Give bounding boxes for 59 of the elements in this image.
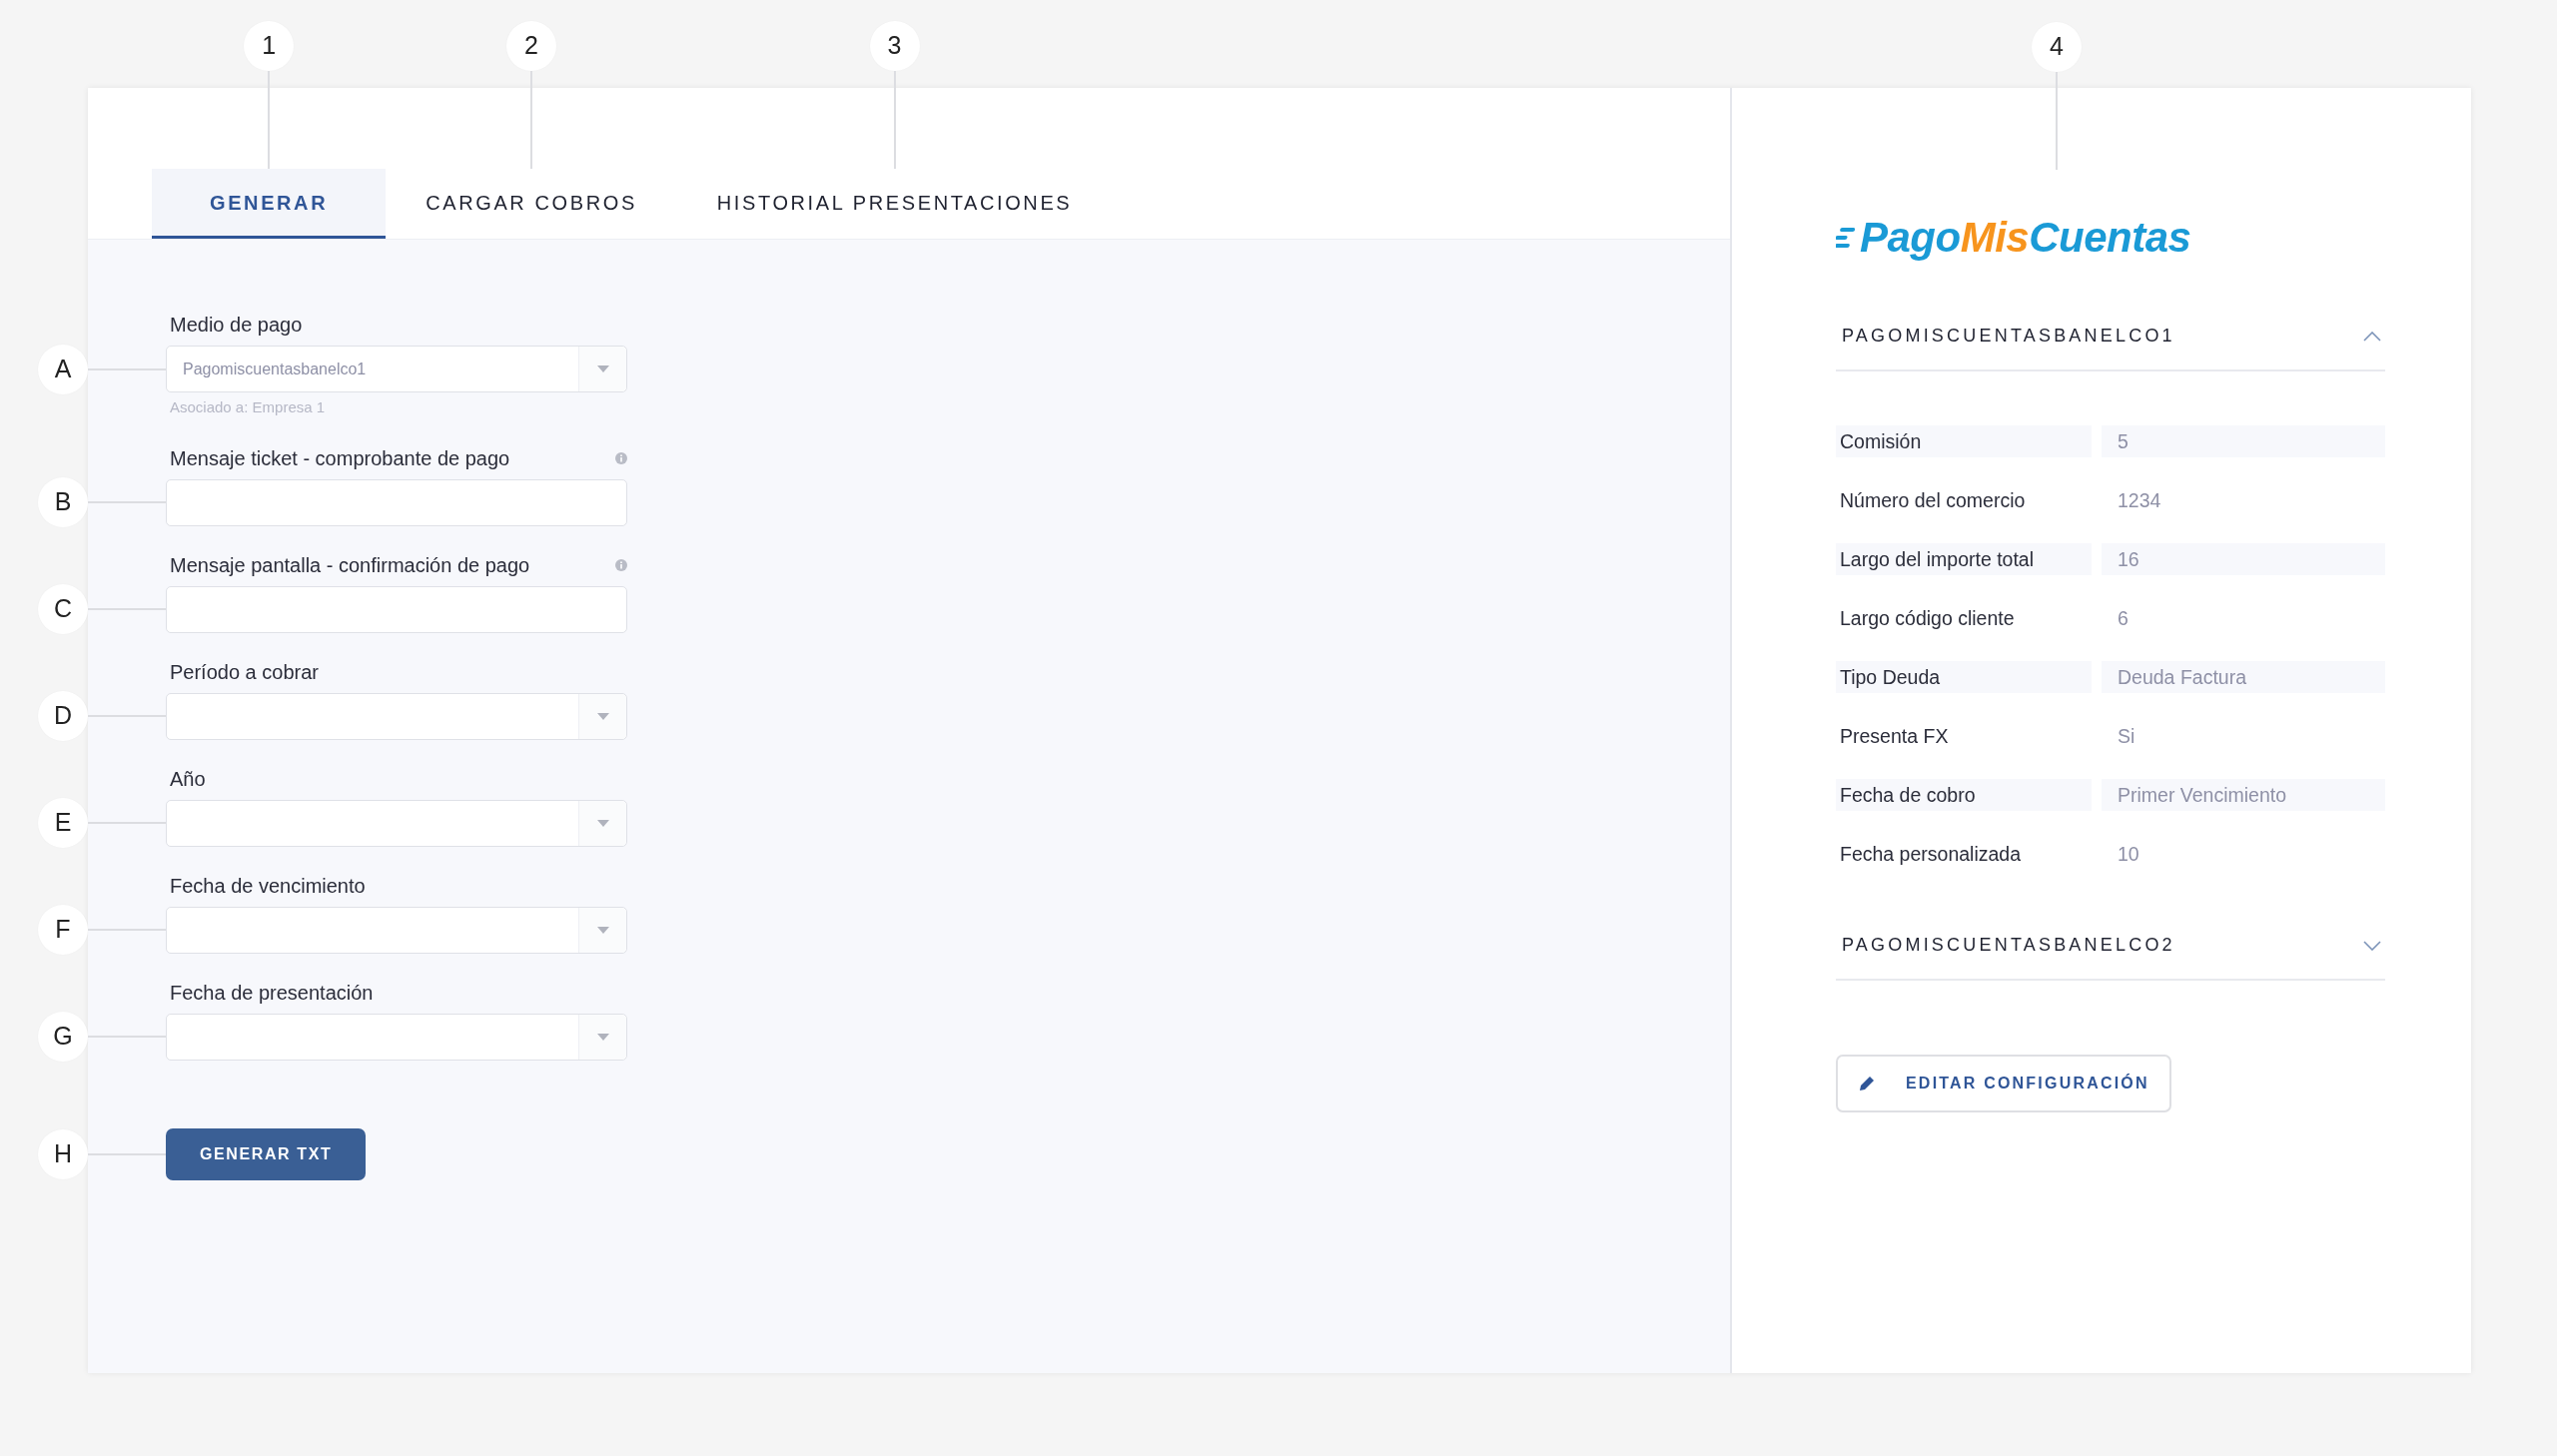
field-label: Medio de pago xyxy=(170,313,303,338)
setting-value: 16 xyxy=(2102,543,2385,576)
logo-text: PagoMisCuentas xyxy=(1860,215,2191,262)
input-field[interactable] xyxy=(166,585,627,633)
accordion-header[interactable]: PAGOMISCUENTASBANELCO2 xyxy=(1836,932,2385,982)
callout-marker: H xyxy=(38,1128,88,1179)
setting-value: 5 xyxy=(2102,425,2385,458)
field-label: Mensaje pantalla - confirmación de pago xyxy=(170,552,530,578)
chevron-up-icon xyxy=(2363,331,2381,342)
setting-value: 10 xyxy=(2117,841,2140,867)
setting-value: 6 xyxy=(2117,605,2130,631)
caret-icon xyxy=(596,926,609,934)
dropdown-field[interactable] xyxy=(166,1013,627,1061)
caret-icon xyxy=(596,365,609,372)
setting-value: Si xyxy=(2117,723,2136,749)
caret-icon xyxy=(596,712,609,720)
tab[interactable]: GENERAR xyxy=(152,169,387,239)
setting-label: Fecha de cobro xyxy=(1836,779,2092,812)
input-field[interactable] xyxy=(166,478,627,526)
setting-label: Fecha personalizada xyxy=(1839,841,2023,867)
callout-marker: C xyxy=(38,584,88,634)
tab[interactable]: CARGAR COBROS xyxy=(386,169,677,239)
callout-marker: D xyxy=(38,691,88,741)
tab[interactable]: HISTORIAL PRESENTACIONES xyxy=(676,169,1113,239)
dropdown-field[interactable] xyxy=(166,906,627,954)
callout-marker: 2 xyxy=(506,21,556,71)
callout-marker: 1 xyxy=(244,21,295,71)
callout-marker: G xyxy=(38,1012,88,1062)
field-label: Fecha de presentación xyxy=(170,980,374,1006)
callout-marker: A xyxy=(38,344,88,394)
edit-button[interactable]: EDITAR CONFIGURACIÓN xyxy=(1836,1055,2171,1113)
pencil-icon xyxy=(1858,1075,1876,1093)
field-label: Período a cobrar xyxy=(170,659,319,685)
callout-marker: 4 xyxy=(2032,22,2082,72)
field-label: Fecha de vencimiento xyxy=(170,873,366,899)
setting-value: Deuda Factura xyxy=(2102,661,2385,694)
chevron-down-icon xyxy=(2363,940,2381,951)
generate-button[interactable]: GENERAR TXT xyxy=(166,1127,367,1180)
field-label: Mensaje ticket - comprobante de pago xyxy=(170,445,510,471)
setting-label: Largo del importe total xyxy=(1836,543,2092,576)
setting-label: Largo código cliente xyxy=(1839,605,2016,631)
caret-icon xyxy=(596,819,609,827)
accordion-header[interactable]: PAGOMISCUENTASBANELCO1 xyxy=(1836,323,2385,372)
callout-marker: B xyxy=(38,477,88,527)
dropdown-field[interactable] xyxy=(166,692,627,740)
logo-mark-icon xyxy=(1836,226,1856,251)
hint-text: Asociado a: Empresa 1 xyxy=(169,397,327,417)
setting-label: Presenta FX xyxy=(1839,723,1950,749)
setting-value: 1234 xyxy=(2117,487,2162,513)
dropdown-field[interactable] xyxy=(166,799,627,847)
setting-value: Primer Vencimiento xyxy=(2102,779,2385,812)
setting-label: Tipo Deuda xyxy=(1836,661,2092,694)
caret-icon xyxy=(596,1033,609,1041)
callout-marker: F xyxy=(38,905,88,955)
callout-marker: 3 xyxy=(869,21,920,71)
field-label: Año xyxy=(170,766,206,792)
setting-label: Comisión xyxy=(1836,425,2092,458)
setting-label: Número del comercio xyxy=(1839,487,2027,513)
callout-marker: E xyxy=(38,798,88,848)
